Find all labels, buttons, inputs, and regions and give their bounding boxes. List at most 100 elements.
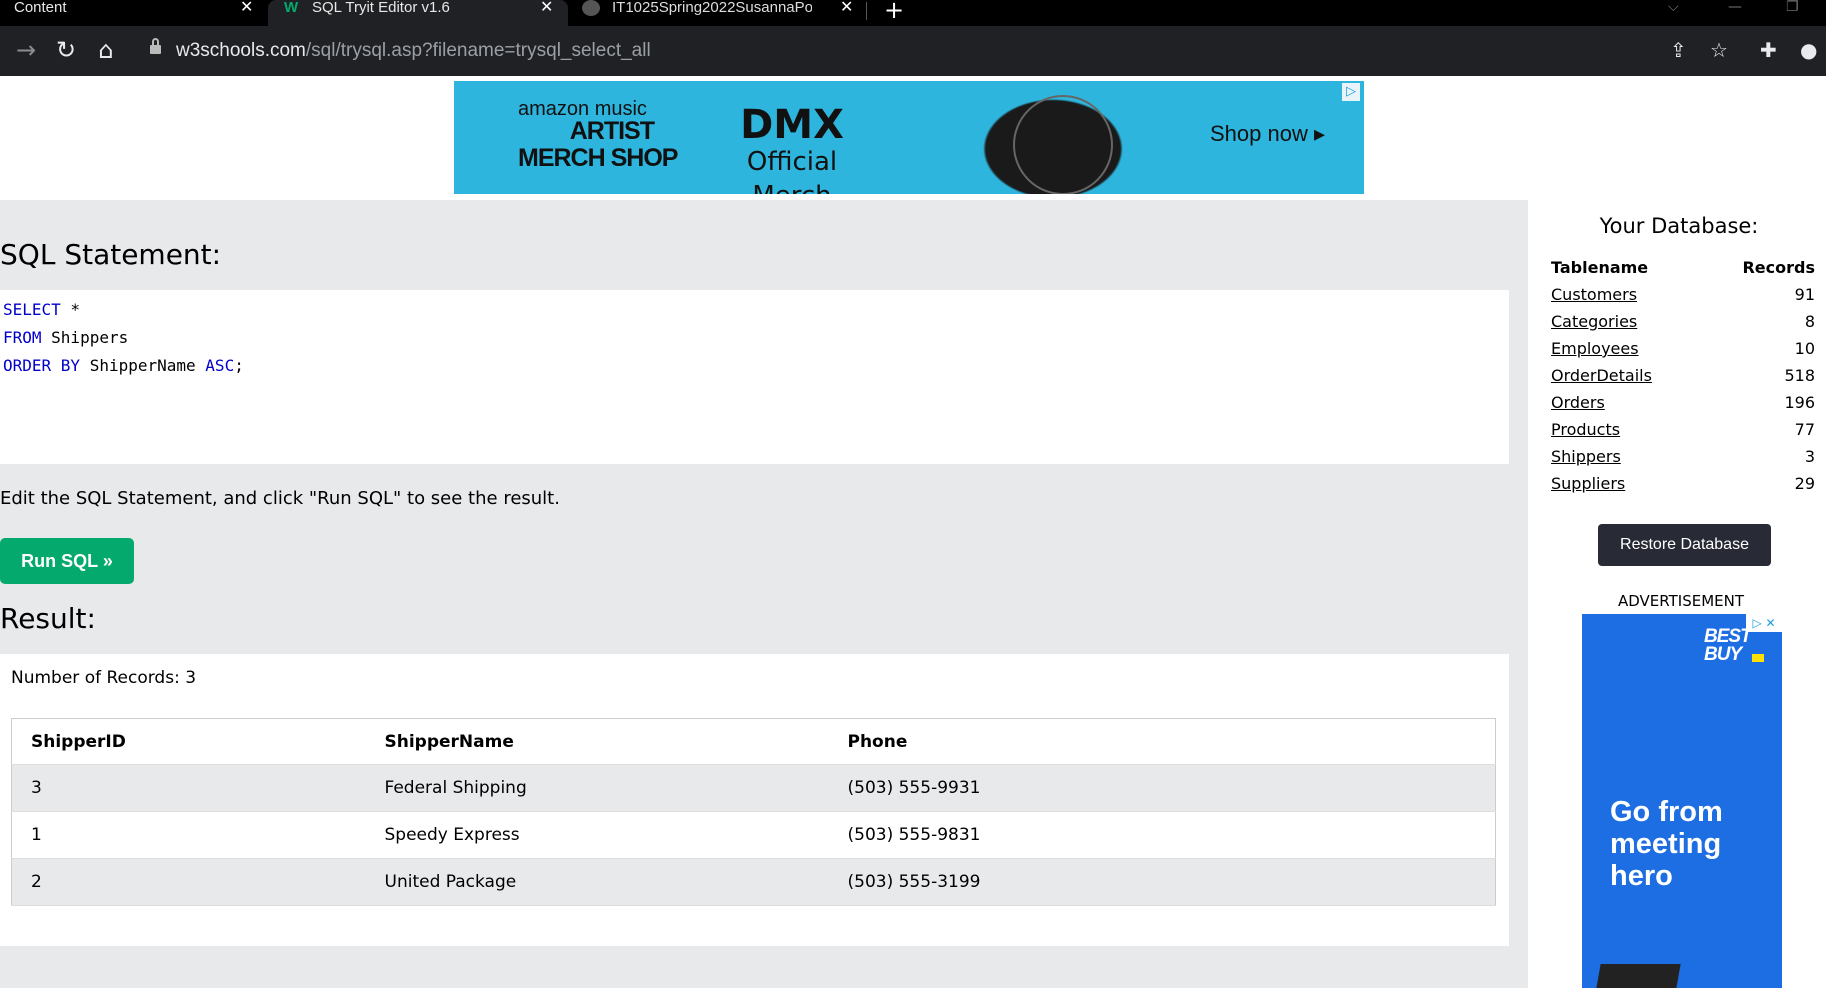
table-link-products[interactable]: Products [1551,420,1620,439]
table-row: Orders 196 [1551,389,1815,416]
table-name-cell: Orders [1551,389,1705,416]
table-row: Suppliers 29 [1551,470,1815,497]
tab-label: IT1025Spring2022SusannaPopyk [612,0,812,16]
table-row: Products 77 [1551,416,1815,443]
database-sidebar: Your Database: Tablename Records Custome… [1528,200,1826,988]
tab-content[interactable]: Content ✕ [0,0,268,26]
table-name-cell: Customers [1551,281,1705,308]
table-row: Shippers 3 [1551,443,1815,470]
code-line: ORDER BY ShipperName ASC; [3,352,1509,380]
tab-label: Content [14,0,67,16]
run-sql-button[interactable]: Run SQL » [0,538,134,584]
laptop-image [1595,964,1681,988]
table-link-orderdetails[interactable]: OrderDetails [1551,366,1652,385]
table-cell: (503) 555-3199 [828,858,1496,906]
record-count: Number of Records: 3 [11,668,197,688]
ad-close-icon[interactable]: ▷ ✕ [1746,614,1782,632]
tab-label: SQL Tryit Editor v1.6 [312,0,450,16]
new-tab-icon[interactable]: + [884,0,904,22]
table-cell: 3 [11,764,366,812]
table-cell: (503) 555-9931 [828,764,1496,812]
table-cell: United Package [365,858,829,906]
home-icon[interactable]: ⌂ [92,36,120,64]
ad-brand-line: MERCH SHOP [518,144,678,172]
main-panel: SQL Statement: SELECT * FROM Shippers ORDE… [0,200,1528,988]
table-link-orders[interactable]: Orders [1551,393,1605,412]
table-cell: 1 [11,811,366,859]
record-count-cell: 3 [1804,447,1815,466]
bestbuy-logo: BEST BUY [1704,627,1752,664]
table-link-categories[interactable]: Categories [1551,312,1637,331]
table-cell: (503) 555-9831 [828,811,1496,859]
table-link-employees[interactable]: Employees [1551,339,1639,358]
close-icon[interactable]: ✕ [840,0,853,16]
sql-keyword: FROM [3,328,42,347]
bestbuy-tag-icon [1752,654,1764,662]
restore-database-button[interactable]: Restore Database [1598,524,1771,566]
w3schools-favicon-icon: W [284,0,299,16]
side-ad[interactable]: ▷ ✕ BEST BUY Go from meeting hero [1582,614,1782,988]
table-cell: 2 [11,858,366,906]
table-name-cell: Shippers [1551,443,1705,470]
record-count-cell: 10 [1794,339,1815,358]
restore-window-icon[interactable]: ❐ [1786,0,1799,14]
record-count-cell: 196 [1784,393,1815,412]
forward-icon[interactable]: → [12,36,40,64]
result-heading: Result: [0,602,96,635]
profile-icon[interactable]: ● [1800,38,1817,62]
result-panel: Number of Records: 3 ShipperID ShipperNa… [0,654,1509,946]
table-name-cell: Categories [1551,308,1705,335]
adchoices-icon[interactable]: ▷ [1342,83,1360,101]
table-name-cell: OrderDetails [1551,362,1705,389]
sql-statement-heading: SQL Statement: [0,238,222,271]
extensions-icon[interactable]: ✚ [1760,38,1777,62]
table-name-cell: Employees [1551,335,1705,362]
record-count-cell: 518 [1784,366,1815,385]
table-row: 2 United Package (503) 555-3199 [11,858,1496,906]
reload-icon[interactable]: ↻ [52,36,80,64]
ad-shop-now-link[interactable]: Shop now ▸ [1210,121,1325,147]
table-link-customers[interactable]: Customers [1551,285,1637,304]
table-name-cell: Products [1551,416,1705,443]
record-count-cell: 91 [1794,285,1815,304]
url-host: w3schools.com [176,40,306,61]
minimize-icon[interactable]: — [1728,0,1742,14]
bookmark-star-icon[interactable]: ☆ [1710,38,1728,62]
ad-title-block: DMX Official Merch [712,105,872,194]
table-row: OrderDetails 518 [1551,362,1815,389]
sql-keyword: ORDER BY [3,356,81,375]
ad-banner[interactable]: amazon music ARTIST MERCH SHOP DMX Offic… [454,81,1364,194]
browser-toolbar: → ↻ ⌂ w3schools.com/sql/trysql.asp?filen… [0,26,1826,76]
record-count-cell: 29 [1794,474,1815,493]
table-row: Categories 8 [1551,308,1815,335]
sql-code-editor[interactable]: SELECT * FROM Shippers ORDER BY ShipperNam… [0,290,1509,464]
url-text[interactable]: w3schools.com/sql/trysql.asp?filename=tr… [176,40,651,62]
database-title: Your Database: [1599,214,1759,238]
tab-search-icon[interactable]: ⌵ [1668,0,1679,14]
close-icon[interactable]: ✕ [540,0,553,16]
ad-subtitle: Official Merch [746,147,838,194]
table-link-suppliers[interactable]: Suppliers [1551,474,1625,493]
column-header: Tablename [1551,258,1649,277]
sql-text: Shippers [41,328,129,347]
sql-text: * [60,300,81,319]
address-bar[interactable]: w3schools.com/sql/trysql.asp?filename=tr… [136,30,1696,72]
column-header: Phone [828,718,1496,765]
url-path: /sql/trysql.asp?filename=trysql_select_a… [305,40,651,61]
close-icon[interactable]: ✕ [240,0,253,16]
column-header: ShipperName [365,718,829,765]
tab-sql-tryit-editor[interactable]: W SQL Tryit Editor v1.6 ✕ [268,0,568,26]
ad-brand-line: amazon music [518,98,647,120]
code-line: FROM Shippers [3,324,1509,352]
table-header-row: ShipperID ShipperName Phone [11,718,1496,765]
database-table: Tablename Records Customers 91 Categories 8… [1551,254,1815,497]
table-row: Employees 10 [1551,335,1815,362]
table-row: 1 Speedy Express (503) 555-9831 [11,811,1496,859]
column-header: ShipperID [11,718,366,765]
share-icon[interactable]: ⇪ [1670,38,1687,62]
sql-text: ; [234,356,244,375]
tab-github[interactable]: IT1025Spring2022SusannaPopyk ✕ [568,0,866,26]
table-link-shippers[interactable]: Shippers [1551,447,1621,466]
result-table: ShipperID ShipperName Phone 3 Federal Sh… [11,718,1496,906]
side-ad-headline: Go from meeting hero [1610,796,1723,892]
